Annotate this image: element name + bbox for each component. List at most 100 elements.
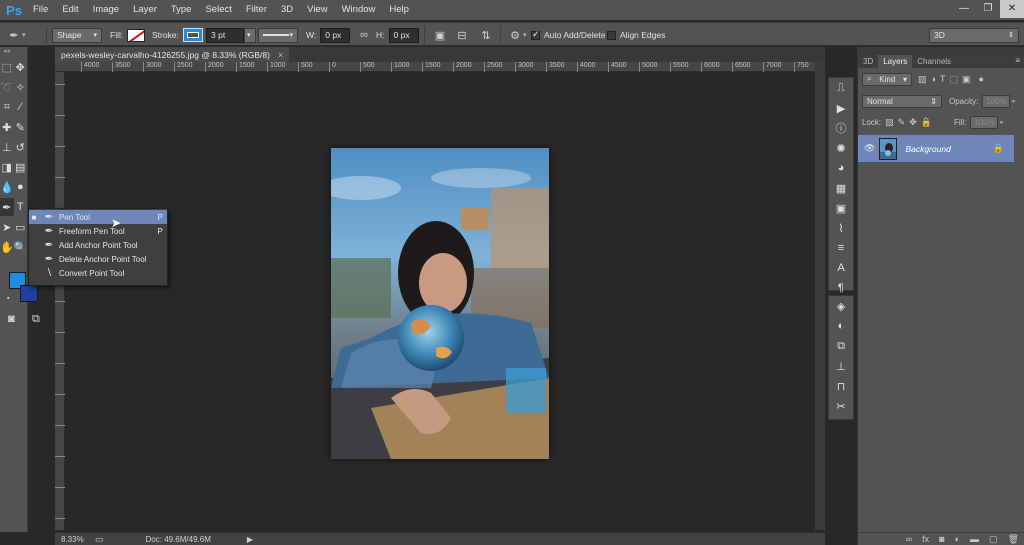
- menu-filter[interactable]: Filter: [239, 0, 274, 20]
- lock-position-icon[interactable]: ✥: [909, 117, 917, 128]
- pen-tool-icon[interactable]: ✒: [0, 198, 14, 216]
- actions-panel-icon[interactable]: ▶: [829, 98, 853, 118]
- quick-mask-icon[interactable]: ◙: [8, 313, 15, 325]
- link-layers-icon[interactable]: ∞: [906, 534, 912, 544]
- flyout-item-freeform-pen-tool[interactable]: ✒ Freeform Pen Tool P: [29, 224, 167, 238]
- close-button[interactable]: ✕: [1000, 0, 1024, 18]
- stroke-width-input[interactable]: 3 pt: [206, 27, 244, 43]
- minimize-button[interactable]: —: [952, 0, 976, 18]
- channels-panel-icon[interactable]: ⧉: [829, 336, 853, 356]
- trash-icon[interactable]: 🗑: [1008, 534, 1019, 545]
- default-colors-icon[interactable]: ▪: [7, 295, 9, 302]
- tab-layers[interactable]: Layers: [878, 55, 913, 68]
- styles-panel-icon[interactable]: ▣: [829, 198, 853, 218]
- path-alignment-icon[interactable]: ⊟: [454, 29, 470, 42]
- eye-icon[interactable]: 👁: [864, 143, 875, 154]
- flyout-item-delete-anchor-point-tool[interactable]: ✒ Delete Anchor Point Tool: [29, 252, 167, 266]
- menu-file[interactable]: File: [26, 0, 55, 20]
- character-panel-icon[interactable]: A: [829, 258, 853, 278]
- filter-pixel-icon[interactable]: ▨: [918, 74, 927, 85]
- panels-collapse-grip[interactable]: [857, 47, 1024, 55]
- status-menu-arrow-icon[interactable]: ▶: [247, 535, 253, 544]
- stroke-type-select[interactable]: ▾: [258, 27, 298, 43]
- filter-toggle-icon[interactable]: ●: [978, 74, 983, 84]
- document-tab[interactable]: pexels-wesley-carvalho-4126255.jpg @ 8.3…: [55, 47, 290, 62]
- chevron-right-icon[interactable]: ▸: [1012, 97, 1016, 105]
- layer-filter-select[interactable]: ⌕ Kind ▾: [862, 72, 912, 86]
- history-brush-tool-icon[interactable]: ↺: [14, 138, 28, 156]
- adjustments-panel-icon[interactable]: ✺: [829, 138, 853, 158]
- menu-view[interactable]: View: [300, 0, 334, 20]
- path-operations-icon[interactable]: ▣: [432, 29, 448, 42]
- blur-tool-icon[interactable]: 💧: [0, 178, 14, 196]
- menu-help[interactable]: Help: [382, 0, 416, 20]
- align-edges-check[interactable]: [607, 30, 616, 40]
- tool-presets-panel-icon[interactable]: ✂: [829, 396, 853, 416]
- zoom-tool-icon[interactable]: 🔍: [14, 238, 28, 256]
- filter-adjustment-icon[interactable]: ◑: [931, 74, 936, 84]
- adjustment-layer-icon[interactable]: ◐: [955, 534, 960, 544]
- filter-shape-icon[interactable]: ⬚: [949, 74, 958, 85]
- magic-wand-tool-icon[interactable]: ✧: [14, 78, 27, 96]
- color-panel-icon[interactable]: ◕: [829, 158, 853, 178]
- gear-icon[interactable]: ⚙: [507, 29, 523, 42]
- mode-select[interactable]: Shape ▾: [52, 27, 102, 43]
- marquee-tool-icon[interactable]: ⬚: [0, 58, 14, 76]
- lock-image-pixels-icon[interactable]: ✎: [898, 117, 906, 128]
- timeline-panel-icon[interactable]: ⊥: [829, 356, 853, 376]
- link-icon[interactable]: ∞: [356, 29, 372, 41]
- path-arrangement-icon[interactable]: ⇅: [478, 29, 494, 42]
- swatches-panel-icon[interactable]: ▦: [829, 178, 853, 198]
- brush-tool-icon[interactable]: ✎: [14, 118, 28, 136]
- brush-presets-panel-icon[interactable]: ≡: [829, 238, 853, 258]
- hand-tool-icon[interactable]: ✋: [0, 238, 14, 256]
- menu-edit[interactable]: Edit: [55, 0, 85, 20]
- eraser-tool-icon[interactable]: ◨: [0, 158, 14, 176]
- layer-style-icon[interactable]: fx: [922, 534, 929, 544]
- auto-add-delete-checkbox[interactable]: Auto Add/Delete: [531, 27, 605, 43]
- menu-layer[interactable]: Layer: [126, 0, 164, 20]
- stroke-swatch[interactable]: [182, 28, 203, 42]
- history-panel-icon[interactable]: ⎍: [829, 78, 853, 98]
- menu-type[interactable]: Type: [164, 0, 199, 20]
- zoom-level[interactable]: 8.33%: [61, 535, 91, 544]
- eyedropper-tool-icon[interactable]: ⁄: [14, 98, 28, 116]
- workspace-select[interactable]: 3D ⇕: [929, 27, 1019, 43]
- clone-source-panel-icon[interactable]: ⊓: [829, 376, 853, 396]
- vertical-scrollbar[interactable]: [815, 62, 825, 530]
- menu-window[interactable]: Window: [335, 0, 383, 20]
- lock-all-icon[interactable]: 🔒: [921, 117, 932, 128]
- layer-row-background[interactable]: 👁 Background 🔒: [858, 135, 1014, 162]
- menu-select[interactable]: Select: [198, 0, 238, 20]
- filter-smart-object-icon[interactable]: ▣: [962, 74, 971, 85]
- lasso-tool-icon[interactable]: ➰: [0, 78, 14, 96]
- screen-mode-icon[interactable]: ⧉: [32, 313, 40, 326]
- fill-input[interactable]: 100%: [970, 115, 999, 129]
- gradient-tool-icon[interactable]: ▤: [14, 158, 28, 176]
- tab-channels[interactable]: Channels: [912, 55, 956, 68]
- flyout-item-add-anchor-point-tool[interactable]: ✒ Add Anchor Point Tool: [29, 238, 167, 252]
- type-tool-icon[interactable]: T: [14, 198, 28, 216]
- auto-add-delete-check[interactable]: [531, 29, 540, 40]
- flyout-item-convert-point-tool[interactable]: ∖ Convert Point Tool: [29, 266, 167, 280]
- document-image[interactable]: [331, 148, 549, 459]
- toolbar-collapse-icon[interactable]: ◂◂: [0, 47, 27, 57]
- info-panel-icon[interactable]: ⓘ: [829, 118, 853, 138]
- healing-brush-tool-icon[interactable]: ✚: [0, 118, 14, 136]
- background-color-swatch[interactable]: [20, 285, 38, 302]
- align-edges-checkbox[interactable]: Align Edges: [607, 27, 665, 43]
- close-tab-icon[interactable]: ×: [278, 50, 283, 60]
- lock-transparent-pixels-icon[interactable]: ▨: [885, 117, 894, 128]
- properties-panel-icon[interactable]: ◐: [829, 316, 853, 336]
- tool-preset-picker[interactable]: ✒ ▾: [6, 27, 25, 43]
- width-input[interactable]: 0 px: [320, 27, 351, 43]
- clone-stamp-tool-icon[interactable]: ⊥: [0, 138, 14, 156]
- layer-mask-icon[interactable]: ◙: [939, 534, 944, 544]
- brush-panel-icon[interactable]: ⌇: [829, 218, 853, 238]
- new-group-icon[interactable]: ▬: [970, 534, 979, 544]
- restore-button[interactable]: ❐: [976, 0, 1000, 18]
- menu-image[interactable]: Image: [86, 0, 126, 20]
- height-input[interactable]: 0 px: [388, 27, 419, 43]
- filter-type-icon[interactable]: T: [940, 74, 946, 84]
- status-preview-icon[interactable]: ▭: [95, 534, 104, 545]
